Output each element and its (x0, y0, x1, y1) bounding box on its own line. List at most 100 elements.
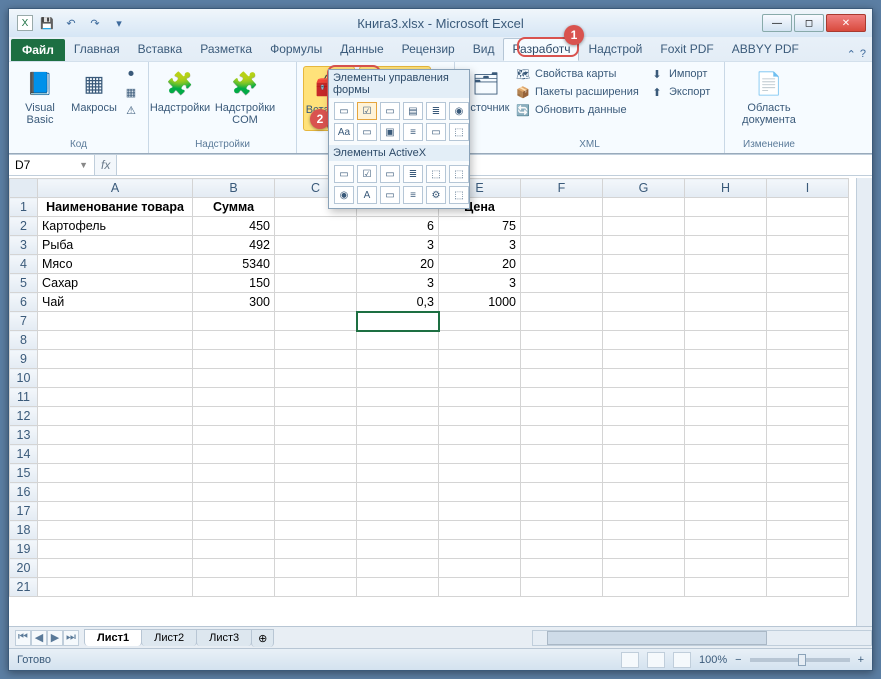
cell-B5[interactable]: 150 (193, 274, 275, 293)
sheet-tab-2[interactable]: Лист2 (141, 629, 197, 646)
row-3[interactable]: 3 (10, 236, 38, 255)
cell-E6[interactable]: 1000 (439, 293, 521, 312)
tab-foxit[interactable]: Foxit PDF (651, 38, 722, 61)
com-addins-button[interactable]: 🧩 Надстройки COM (209, 66, 281, 128)
qat-dropdown-icon[interactable]: ▾ (109, 14, 129, 32)
ax-checkbox-icon[interactable]: ☑ (357, 165, 377, 183)
cell-B2[interactable]: 450 (193, 217, 275, 236)
relative-ref-icon[interactable]: ▦ (123, 84, 139, 100)
ax-textbox-icon[interactable]: ▭ (380, 165, 400, 183)
cell-B1[interactable]: Сумма (193, 198, 275, 217)
cell-A2[interactable]: Картофель (38, 217, 193, 236)
map-properties-button[interactable]: 🗺Свойства карты (515, 66, 645, 82)
view-break-icon[interactable] (673, 652, 691, 668)
tab-abbyy[interactable]: ABBYY PDF (723, 38, 808, 61)
cell-D5[interactable]: 3 (357, 274, 439, 293)
view-layout-icon[interactable] (647, 652, 665, 668)
ax-combo-icon[interactable]: ⬚ (426, 165, 446, 183)
form-frame-icon[interactable]: ▭ (357, 123, 377, 141)
ax-scroll-icon[interactable]: ≡ (403, 186, 423, 204)
qat-save-icon[interactable]: 💾 (37, 14, 57, 32)
tab-home[interactable]: Главная (65, 38, 129, 61)
fx-icon[interactable]: fx (95, 155, 117, 175)
row-7[interactable]: 7 (10, 312, 38, 331)
col-B[interactable]: B (193, 179, 275, 198)
ax-label-icon[interactable]: A (357, 186, 377, 204)
sheet-nav-last-icon[interactable]: ⏭ (63, 630, 79, 646)
row-6[interactable]: 6 (10, 293, 38, 312)
ribbon-minimize-icon[interactable]: ⌃ (847, 48, 856, 61)
worksheet[interactable]: A B C D E F G H I 1 Наименование товара … (9, 178, 872, 626)
cell-B6[interactable]: 300 (193, 293, 275, 312)
expansion-packs-button[interactable]: 📦Пакеты расширения (515, 84, 645, 100)
form-scroll-icon[interactable]: ≡ (403, 123, 423, 141)
new-sheet-button[interactable]: ⊕ (251, 629, 274, 647)
form-button-icon[interactable]: ▭ (334, 102, 354, 120)
row-1[interactable]: 1 (10, 198, 38, 217)
col-I[interactable]: I (767, 179, 849, 198)
col-H[interactable]: H (685, 179, 767, 198)
vertical-scrollbar[interactable] (856, 178, 872, 626)
xml-import-button[interactable]: ⬇Импорт (649, 66, 710, 82)
close-button[interactable]: ✕ (826, 14, 866, 32)
form-extra-icon[interactable]: ⬚ (449, 123, 469, 141)
row-4[interactable]: 4 (10, 255, 38, 274)
ax-extra-icon[interactable]: ⬚ (449, 186, 469, 204)
cell-D4[interactable]: 20 (357, 255, 439, 274)
ax-option-icon[interactable]: ◉ (334, 186, 354, 204)
zoom-out-icon[interactable]: − (735, 654, 741, 666)
cell-B3[interactable]: 492 (193, 236, 275, 255)
addins-button[interactable]: 🧩 Надстройки (155, 66, 205, 116)
sheet-tab-1[interactable]: Лист1 (84, 629, 142, 646)
sheet-nav-next-icon[interactable]: ▶ (47, 630, 63, 646)
cell-E4[interactable]: 20 (439, 255, 521, 274)
ax-toggle-icon[interactable]: ⬚ (449, 165, 469, 183)
refresh-data-button[interactable]: 🔄Обновить данные (515, 102, 645, 118)
qat-undo-icon[interactable]: ↶ (61, 14, 81, 32)
zoom-slider[interactable] (750, 658, 850, 662)
formula-input[interactable] (117, 155, 872, 175)
form-listbox-icon[interactable]: ≣ (426, 102, 446, 120)
form-spin-icon[interactable]: ▤ (403, 102, 423, 120)
ax-image-icon[interactable]: ▭ (380, 186, 400, 204)
col-A[interactable]: A (38, 179, 193, 198)
cell-A1[interactable]: Наименование товара (38, 198, 193, 217)
zoom-in-icon[interactable]: + (858, 654, 864, 666)
zoom-level[interactable]: 100% (699, 654, 727, 666)
form-option-icon[interactable]: ◉ (449, 102, 469, 120)
sheet-nav-first-icon[interactable]: ⏮ (15, 630, 31, 646)
cell-B4[interactable]: 5340 (193, 255, 275, 274)
ax-listbox-icon[interactable]: ≣ (403, 165, 423, 183)
form-combobox-icon[interactable]: ▭ (380, 102, 400, 120)
cell-A4[interactable]: Мясо (38, 255, 193, 274)
xml-export-button[interactable]: ⬆Экспорт (649, 84, 710, 100)
cell-A6[interactable]: Чай (38, 293, 193, 312)
cell-E5[interactable]: 3 (439, 274, 521, 293)
macros-button[interactable]: ▦ Макросы (69, 66, 119, 116)
sheet-tab-3[interactable]: Лист3 (196, 629, 252, 646)
macro-security-icon[interactable]: ⚠ (123, 102, 139, 118)
document-area-button[interactable]: 📄 Область документа (731, 66, 807, 128)
ax-button-icon[interactable]: ▭ (334, 165, 354, 183)
visual-basic-button[interactable]: 📘 Visual Basic (15, 66, 65, 128)
form-label-icon[interactable]: Aa (334, 123, 354, 141)
row-5[interactable]: 5 (10, 274, 38, 293)
minimize-button[interactable]: — (762, 14, 792, 32)
col-F[interactable]: F (521, 179, 603, 198)
horizontal-scrollbar[interactable] (532, 630, 872, 646)
ax-more-icon[interactable]: ⚙ (426, 186, 446, 204)
cell-E3[interactable]: 3 (439, 236, 521, 255)
cell-E2[interactable]: 75 (439, 217, 521, 236)
help-icon[interactable]: ? (860, 48, 866, 61)
form-group-icon[interactable]: ▣ (380, 123, 400, 141)
select-all-corner[interactable] (10, 179, 38, 198)
view-normal-icon[interactable] (621, 652, 639, 668)
col-G[interactable]: G (603, 179, 685, 198)
tab-insert[interactable]: Вставка (129, 38, 192, 61)
cell-D7-selected[interactable] (357, 312, 439, 331)
form-checkbox-icon[interactable]: ☑ (357, 102, 377, 120)
tab-view[interactable]: Вид (464, 38, 504, 61)
tab-review[interactable]: Рецензир (393, 38, 464, 61)
record-macro-icon[interactable]: ⏺ (123, 66, 139, 82)
form-text-icon[interactable]: ▭ (426, 123, 446, 141)
